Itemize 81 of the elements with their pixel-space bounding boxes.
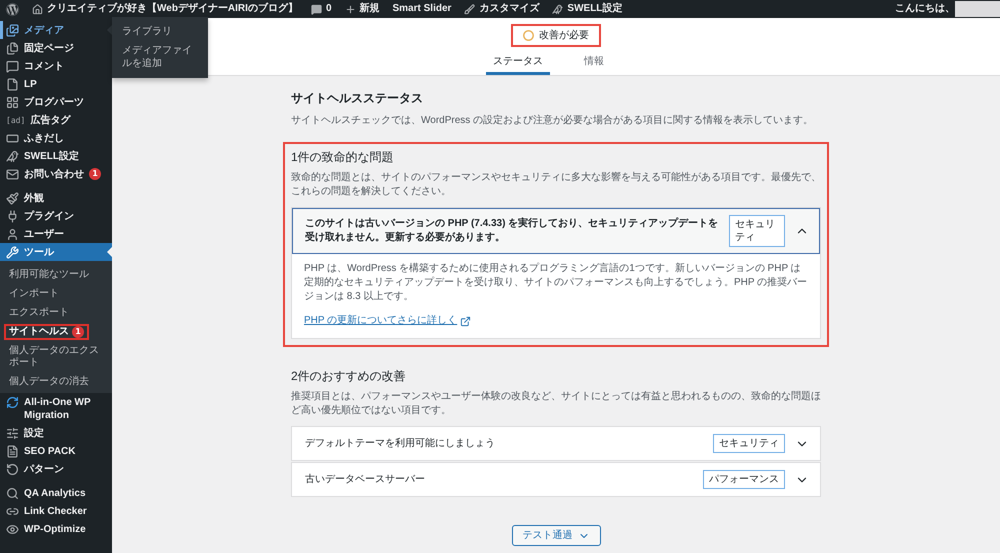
menu-item[interactable]: ブログパーツ	[0, 93, 112, 111]
toolbar-link[interactable]: SWELL設定	[552, 3, 622, 15]
site-title-link[interactable]: クリエイティブが好き【WebデザイナーAIRIのブログ】	[32, 3, 298, 15]
category-badge: セキュリティ	[729, 215, 785, 247]
page-description: サイトヘルスチェックでは、WordPress の設定および注意が必要な場合がある項目に関する情報を表示しています。	[291, 114, 814, 128]
menu-item[interactable]: ユーザー	[0, 225, 112, 243]
issue-toggle[interactable]: このサイトは古いバージョンの PHP (7.4.33) を実行しており、セキュリティアップデートを受け取れません。更新する必要があります。 セキュリティ	[292, 208, 820, 254]
submenu-item[interactable]: インポート	[4, 286, 64, 302]
wrench-icon	[6, 246, 19, 259]
learn-more-link[interactable]: PHP の更新についてさらに詳しく	[304, 314, 472, 328]
circular-arrows-icon	[6, 396, 19, 409]
bird-icon	[6, 150, 19, 163]
menu-item[interactable]: ツール	[0, 243, 112, 261]
menu-item[interactable]: All-in-One WP Migration	[0, 393, 112, 424]
menu-item[interactable]: メディア	[0, 21, 112, 39]
magnifier-icon	[6, 487, 19, 500]
page-title: サイトヘルスステータス	[291, 90, 424, 106]
plug-icon	[6, 210, 19, 223]
menu-item[interactable]: コメント	[0, 57, 112, 75]
text-document-icon	[6, 445, 19, 458]
section-heading: 1件の致命的な問題	[291, 150, 395, 165]
menu-item[interactable]: 固定ページ	[0, 39, 112, 57]
logo-icon[interactable]	[6, 2, 19, 16]
flyout-menu-item[interactable]: メディアファイルを追加	[112, 41, 208, 73]
menu-item[interactable]: プラグイン	[0, 207, 112, 225]
document-icon	[6, 78, 19, 91]
documents-icon	[6, 42, 19, 55]
chain-link-icon	[6, 505, 19, 518]
tab[interactable]: ステータス	[486, 51, 550, 75]
person-icon	[6, 228, 19, 241]
issue-description: PHP は、WordPress を構築するために使用されるプログラミング言語の1つです。新しいバージョンの PHP は定期的なセキュリティアップデートを受け取り、サイトのパフォーマンスも向上するでしょう。PHP の推奨バージョンは 8.3 以上です。	[304, 262, 808, 304]
passed-tests-button[interactable]: テスト通過	[512, 525, 600, 546]
external-link-icon	[460, 316, 472, 326]
menu-item[interactable]: LP	[0, 75, 112, 93]
menu-item[interactable]: SEO PACK	[0, 442, 112, 460]
section-description: 推奨項目とは、パフォーマンスやユーザー体験の改良など、サイトにとっては有益と思われるものの、致命的な問題ほど高い優先順位ではない項目です。	[291, 390, 821, 418]
greeting-link[interactable]: こんにちは、	[895, 3, 955, 15]
images-icon	[6, 24, 19, 37]
toolbar-link[interactable]: Smart Slider	[392, 3, 452, 15]
rounded-rectangle-icon	[6, 132, 19, 145]
count-badge: 1	[72, 326, 84, 338]
count-badge: 1	[89, 168, 101, 180]
house-icon	[32, 4, 43, 14]
plus-icon	[344, 4, 356, 14]
envelope-icon	[6, 168, 19, 181]
menu-item[interactable]: 設定	[0, 424, 112, 442]
submenu-item[interactable]: エクスポート	[4, 305, 74, 321]
section-description: 致命的な問題とは、サイトのパフォーマンスやセキュリティに多大な影響を与える可能性がある項目です。最優先で、これらの問題を解決してください。	[291, 171, 821, 199]
toolbar-link[interactable]: 新規	[344, 3, 380, 15]
toolbar-link[interactable]: 0	[310, 3, 332, 15]
ad-text-icon: [ad]	[6, 114, 26, 127]
menu-item[interactable]: 外観	[0, 189, 112, 207]
sliders-icon	[6, 427, 19, 440]
menu-item[interactable]: QA Analytics	[0, 484, 112, 502]
section-heading: 2件のおすすめの改善	[291, 369, 407, 384]
speech-bubble-icon	[6, 60, 19, 73]
menu-item[interactable]: Link Checker	[0, 502, 112, 520]
submenu-item[interactable]: 個人データのエクスポート	[4, 343, 110, 371]
menu-item[interactable]: [ad] 広告タグ	[0, 111, 112, 129]
category-badge: パフォーマンス	[703, 470, 785, 489]
menu-item[interactable]: お問い合わせ 1	[0, 165, 112, 183]
category-badge: セキュリティ	[713, 434, 785, 453]
status-label: 改善が必要	[539, 29, 589, 42]
submenu-item[interactable]: 個人データの消去	[4, 374, 94, 390]
menu-item[interactable]: ふきだし	[0, 129, 112, 147]
speech-bubble-icon	[310, 4, 322, 14]
tab[interactable]: 情報	[562, 51, 626, 75]
bird-icon	[552, 4, 564, 14]
menu-item[interactable]: WP-Optimize	[0, 520, 112, 538]
paintbrush-icon	[6, 192, 19, 205]
toolbar-link[interactable]: カスタマイズ	[464, 3, 540, 15]
menu-item[interactable]: SWELL設定	[0, 147, 112, 165]
submenu-item[interactable]: サイトヘルス 1	[4, 324, 89, 340]
rotate-arrow-icon	[6, 463, 19, 476]
grid-icon	[6, 96, 19, 109]
eye-icon	[6, 523, 19, 536]
flyout-menu-item[interactable]: ライブラリ	[112, 22, 208, 41]
menu-item[interactable]: パターン	[0, 460, 112, 478]
brush-icon	[464, 4, 476, 14]
status-ring-icon	[523, 30, 534, 41]
submenu-item[interactable]: 利用可能なツール	[4, 267, 94, 283]
